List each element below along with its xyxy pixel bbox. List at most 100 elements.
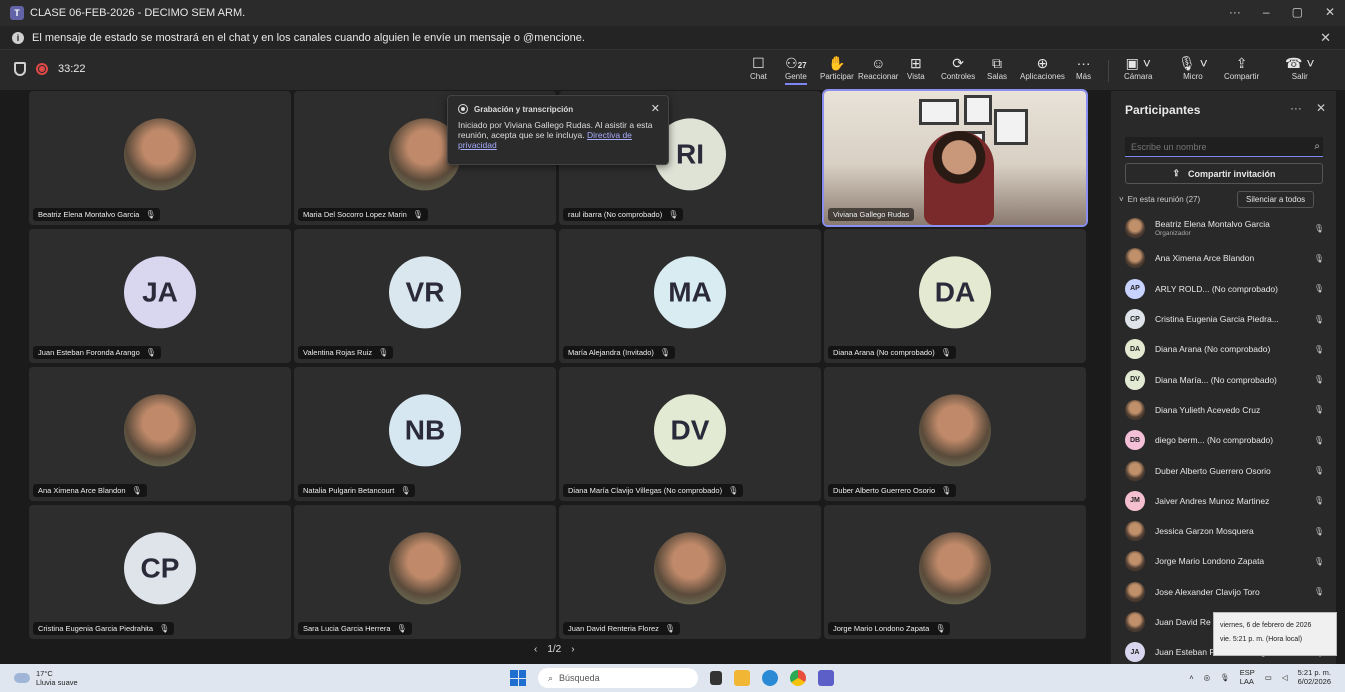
share-icon: ⇪ <box>1172 168 1181 178</box>
participant-tile[interactable]: CP Cristina Eugenia Garcia Piedrahita 🎙︎ <box>29 505 291 639</box>
view-button[interactable]: ⊞ Vista <box>907 54 925 81</box>
chevron-up-icon[interactable]: ˄ <box>1189 673 1193 682</box>
avatar: DA <box>1125 339 1145 360</box>
task-view-icon[interactable] <box>710 671 722 685</box>
close-window-icon[interactable]: ✕ <box>1325 5 1335 19</box>
mic-button[interactable]: 🎙︎ ˅ Micro <box>1178 54 1208 81</box>
participant-name: Valentina Rojas Ruiz <box>303 348 373 357</box>
close-notification-icon[interactable]: ✕ <box>651 102 660 115</box>
weather-widget[interactable]: 17°C Lluvia suave <box>14 669 78 687</box>
participant-list-item[interactable]: Beatriz Elena Montalvo Garcia Organizador… <box>1125 213 1330 243</box>
controls-button[interactable]: ⟳ Controles <box>941 54 975 81</box>
participant-list-item[interactable]: Jose Alexander Clavijo Toro 🎙︎ <box>1125 577 1330 607</box>
participant-name: Natalia Pulgarin Betancourt <box>303 486 395 495</box>
participant-tile-speaking[interactable]: Viviana Gallego Rudas <box>822 89 1088 227</box>
in-meeting-section-toggle[interactable]: ˅ En esta reunión (27) <box>1119 195 1200 204</box>
mic-off-icon: 🎙︎ <box>1313 314 1324 324</box>
mic-off-icon: 🎙︎ <box>1313 466 1324 476</box>
panel-more-icon[interactable]: ··· <box>1290 101 1302 115</box>
mic-off-icon: 🎙︎ <box>1313 587 1324 597</box>
mic-off-icon[interactable]: 🎙︎ <box>1220 673 1230 682</box>
meeting-toolbar: 33:22 ☐ Chat ⚇27 Gente ✋ Participar ☺ Re… <box>0 50 1345 90</box>
leave-button[interactable]: ☎ ˅ Salir <box>1285 54 1315 81</box>
chrome-icon[interactable] <box>790 670 806 686</box>
avatar: AP <box>1125 278 1145 299</box>
participant-list-item[interactable]: AP ARLY ROLD... (No comprobado) 🎙︎ <box>1125 274 1330 304</box>
share-button[interactable]: ⇪ Compartir <box>1224 54 1259 81</box>
page-indicator: 1/2 <box>547 644 562 655</box>
participant-name: Viviana Gallego Rudas <box>833 210 910 219</box>
restore-icon[interactable]: ▢ <box>1292 5 1303 19</box>
mic-off-icon: 🎙︎ <box>1313 344 1324 354</box>
participant-photo <box>919 532 991 605</box>
window-controls: ··· – ▢ ✕ <box>1229 5 1335 19</box>
participant-list-item[interactable]: Duber Alberto Guerrero Osorio 🎙︎ <box>1125 455 1330 485</box>
taskbar-search[interactable]: ⌕ Búsqueda <box>538 668 698 688</box>
participant-tile[interactable]: NB Natalia Pulgarin Betancourt 🎙︎ <box>294 367 556 501</box>
participant-tile[interactable]: DA Diana Arana (No comprobado) 🎙︎ <box>824 229 1086 363</box>
teams-icon[interactable] <box>818 670 834 686</box>
participant-tile[interactable]: MA María Alejandra (Invitado) 🎙︎ <box>559 229 821 363</box>
participant-name: raul ibarra (No comprobado) <box>568 210 663 219</box>
participant-initials: CP <box>124 532 196 605</box>
participant-list-item[interactable]: Diana Yulieth Acevedo Cruz 🎙︎ <box>1125 395 1330 425</box>
participant-tile[interactable]: Juan David Renteria Florez 🎙︎ <box>559 505 821 639</box>
react-button[interactable]: ☺ Reaccionar <box>858 54 898 81</box>
participant-list-item[interactable]: Jorge Mario Londono Zapata 🎙︎ <box>1125 546 1330 576</box>
camera-button[interactable]: ▣ ˅ Cámara <box>1124 54 1152 81</box>
participant-tile[interactable]: DV Diana María Clavijo Villegas (No comp… <box>559 367 821 501</box>
participant-list-item[interactable]: DB diego berm... (No comprobado) 🎙︎ <box>1125 425 1330 455</box>
avatar <box>1125 521 1145 542</box>
controls-icon: ⟳ <box>952 55 964 71</box>
next-page-icon[interactable]: › <box>571 644 574 655</box>
network-icon[interactable]: ◎ <box>1204 673 1211 682</box>
chat-button[interactable]: ☐ Chat <box>750 54 767 81</box>
apps-button[interactable]: ⊕ Aplicaciones <box>1020 54 1065 81</box>
rooms-button[interactable]: ⧉ Salas <box>987 54 1007 81</box>
tooltip-date: viernes, 6 de febrero de 2026 <box>1220 622 1312 629</box>
participant-search-input[interactable] <box>1125 137 1323 157</box>
taskbar-clock[interactable]: 5:21 p. m. 6/02/2026 <box>1298 668 1331 686</box>
participant-list-item[interactable]: CP Cristina Eugenia Garcia Piedra... 🎙︎ <box>1125 304 1330 334</box>
volume-icon[interactable]: ◁ <box>1282 673 1288 682</box>
participant-photo <box>389 532 461 605</box>
mute-all-button[interactable]: Silenciar a todos <box>1237 191 1315 208</box>
minimize-icon[interactable]: – <box>1263 5 1270 19</box>
start-icon[interactable] <box>510 670 526 686</box>
prev-page-icon[interactable]: ‹ <box>534 644 537 655</box>
participant-list-item[interactable]: Ana Ximena Arce Blandon 🎙︎ <box>1125 243 1330 273</box>
grid-pager: ‹ 1/2 › <box>534 644 575 655</box>
participant-tile[interactable]: Beatriz Elena Montalvo Garcia 🎙︎ <box>29 91 291 225</box>
participant-list-item[interactable]: Jessica Garzon Mosquera 🎙︎ <box>1125 516 1330 546</box>
more-button[interactable]: ··· Más <box>1076 54 1091 81</box>
participant-tile[interactable]: VR Valentina Rojas Ruiz 🎙︎ <box>294 229 556 363</box>
camera-off-icon: ▣ ˅ <box>1125 55 1151 71</box>
rooms-icon: ⧉ <box>992 55 1002 71</box>
participant-name: Sara Lucia Garcia Herrera <box>303 624 391 633</box>
participant-tile[interactable]: Jorge Mario Londono Zapata 🎙︎ <box>824 505 1086 639</box>
close-banner-icon[interactable]: ✕ <box>1320 30 1331 46</box>
close-panel-icon[interactable]: ✕ <box>1316 101 1326 115</box>
display-icon[interactable]: ▭ <box>1265 673 1272 682</box>
share-invite-button[interactable]: ⇪ Compartir invitación <box>1125 163 1323 184</box>
participant-list-item[interactable]: JM Jaiver Andres Munoz Martinez 🎙︎ <box>1125 486 1330 516</box>
mic-off-icon: 🎙︎ <box>400 486 411 495</box>
people-button[interactable]: ⚇27 Gente <box>785 54 807 85</box>
mic-off-icon: 🎙︎ <box>728 486 739 495</box>
file-explorer-icon[interactable] <box>734 670 750 686</box>
avatar <box>1125 551 1145 572</box>
participant-tile[interactable]: Sara Lucia Garcia Herrera 🎙︎ <box>294 505 556 639</box>
people-icon: ⚇27 <box>785 55 807 71</box>
participant-tile[interactable]: Duber Alberto Guerrero Osorio 🎙︎ <box>824 367 1086 501</box>
language-code[interactable]: ESP <box>1240 668 1255 677</box>
participant-tile[interactable]: JA Juan Esteban Foronda Arango 🎙︎ <box>29 229 291 363</box>
more-options-icon[interactable]: ··· <box>1229 5 1241 19</box>
participant-list-item[interactable]: DA Diana Arana (No comprobado) 🎙︎ <box>1125 334 1330 364</box>
edge-icon[interactable] <box>762 670 778 686</box>
participant-initials: DV <box>654 394 726 467</box>
hang-up-icon: ☎ ˅ <box>1285 55 1315 71</box>
participant-list-item[interactable]: DV Diana María... (No comprobado) 🎙︎ <box>1125 364 1330 394</box>
raise-hand-button[interactable]: ✋ Participar <box>820 54 854 81</box>
participant-tile[interactable]: Ana Ximena Arce Blandon 🎙︎ <box>29 367 291 501</box>
mic-off-icon: 🎙︎ <box>1313 253 1324 263</box>
